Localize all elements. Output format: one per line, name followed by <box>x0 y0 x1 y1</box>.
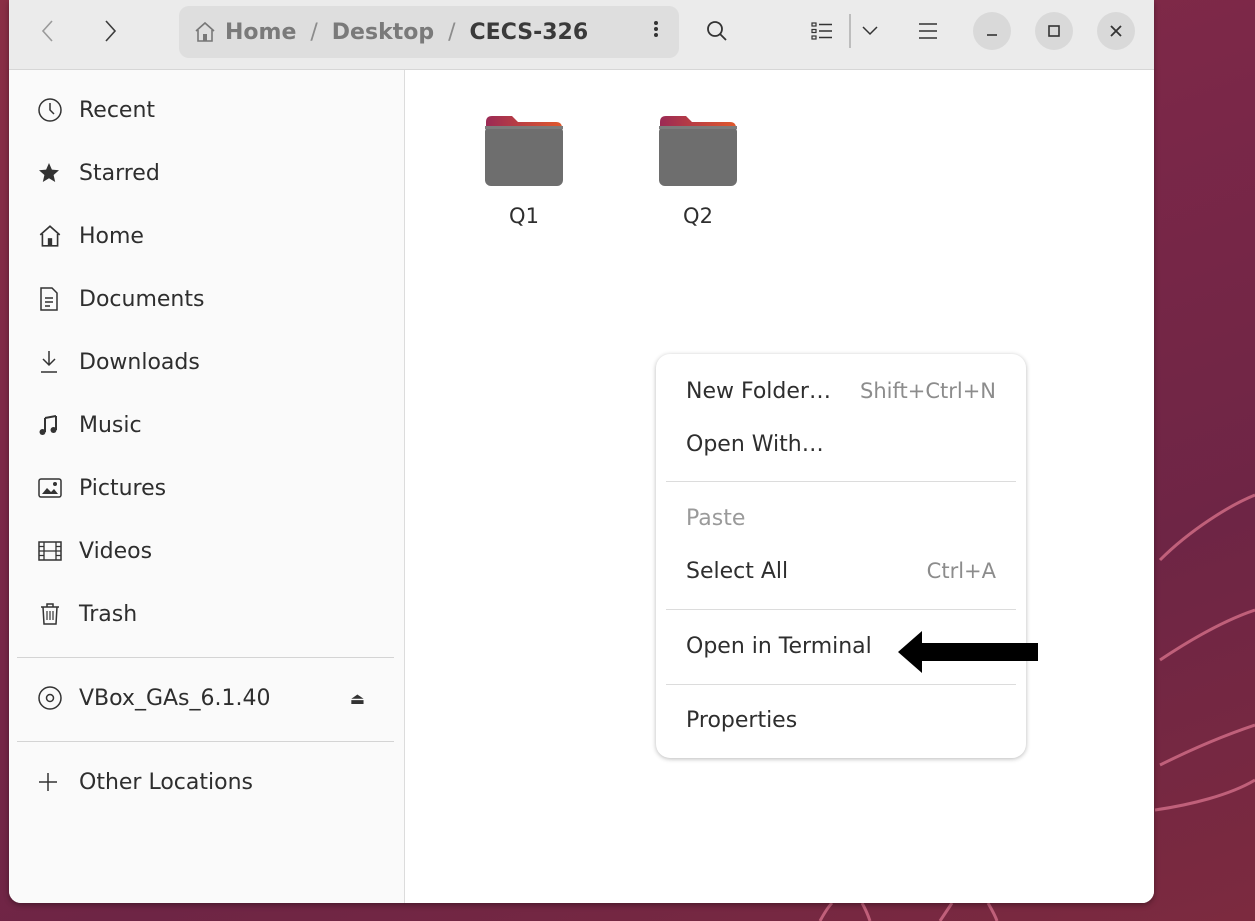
path-menu-button[interactable] <box>653 18 659 46</box>
sidebar-item-music[interactable]: Music <box>9 400 405 450</box>
chevron-right-icon <box>105 20 117 42</box>
minimize-button[interactable] <box>973 12 1011 50</box>
menu-item-label: Paste <box>686 505 746 531</box>
eject-button[interactable]: ⏏ <box>350 689 365 708</box>
home-icon <box>37 223 77 249</box>
vertical-ellipsis-icon <box>654 21 658 37</box>
list-view-icon <box>811 22 832 40</box>
sidebar-item-label: Music <box>79 412 142 438</box>
disc-icon <box>37 685 77 711</box>
sidebar-item-trash[interactable]: Trash <box>9 589 405 639</box>
star-icon <box>37 161 77 185</box>
sidebar-item-label: Home <box>79 223 144 249</box>
folder-name: Q2 <box>683 204 713 228</box>
sidebar-item-documents[interactable]: Documents <box>9 274 405 324</box>
folder-name: Q1 <box>509 204 539 228</box>
menu-item-label: New Folder… <box>686 378 831 404</box>
folder-item[interactable]: Q1 <box>464 114 584 228</box>
trash-icon <box>37 601 77 627</box>
download-icon <box>37 349 77 375</box>
film-icon <box>37 539 77 563</box>
annotation-arrow-icon <box>898 631 1038 673</box>
search-button[interactable] <box>699 12 735 50</box>
path-bar: Home / Desktop / CECS-326 <box>179 6 679 58</box>
menu-separator <box>666 481 1016 482</box>
menu-item-paste[interactable]: Paste <box>686 498 996 538</box>
minimize-icon <box>987 34 997 36</box>
menu-item-shortcut: Ctrl+A <box>926 559 996 583</box>
home-icon <box>195 21 215 42</box>
sidebar-item-other-locations[interactable]: Other Locations <box>9 757 405 807</box>
sidebar-item-videos[interactable]: Videos <box>9 526 405 576</box>
sidebar-item-label: Pictures <box>79 475 167 501</box>
menu-item-select-all[interactable]: Select All Ctrl+A <box>686 551 996 591</box>
menu-item-new-folder[interactable]: New Folder… Shift+Ctrl+N <box>686 371 996 411</box>
sidebar-item-label: Other Locations <box>79 769 253 795</box>
folder-icon <box>485 116 563 186</box>
sidebar-item-downloads[interactable]: Downloads <box>9 337 405 387</box>
folder-icon <box>659 116 737 186</box>
sidebar-item-home[interactable]: Home <box>9 211 405 261</box>
menu-item-label: Open in Terminal <box>686 633 872 659</box>
path-segment-current[interactable]: CECS-326 <box>470 20 589 45</box>
menu-item-label: Properties <box>686 707 798 733</box>
sidebar-item-label: Videos <box>79 538 153 564</box>
sidebar-item-label: Documents <box>79 286 205 312</box>
menu-item-label: Select All <box>686 558 789 584</box>
sidebar-item-device[interactable]: VBox_GAs_6.1.40 ⏏ <box>9 673 405 723</box>
folder-item[interactable]: Q2 <box>638 114 758 228</box>
menu-item-properties[interactable]: Properties <box>686 700 996 740</box>
close-button[interactable] <box>1097 12 1135 50</box>
menu-item-shortcut: Shift+Ctrl+N <box>860 379 996 403</box>
path-segment-desktop[interactable]: Desktop <box>332 20 434 45</box>
music-icon <box>37 413 77 437</box>
main-menu-button[interactable] <box>913 12 943 50</box>
view-options-button[interactable] <box>857 12 883 50</box>
clock-icon <box>37 97 77 123</box>
menu-separator <box>666 609 1016 610</box>
forward-button[interactable] <box>93 12 129 50</box>
chevron-left-icon <box>41 20 53 42</box>
context-menu: New Folder… Shift+Ctrl+N Open With… Past… <box>656 354 1026 758</box>
menu-separator <box>666 684 1016 685</box>
path-segment-home[interactable]: Home <box>193 20 296 45</box>
sidebar-item-label: Trash <box>79 601 138 627</box>
sidebar: Recent Starred Home Documents Downloads <box>9 70 405 903</box>
sidebar-item-starred[interactable]: Starred <box>9 148 405 198</box>
document-icon <box>37 286 77 312</box>
sidebar-item-label: Downloads <box>79 349 200 375</box>
menu-item-label: Open With… <box>686 431 824 457</box>
menu-item-open-with[interactable]: Open With… <box>686 424 996 464</box>
sidebar-item-label: Recent <box>79 97 156 123</box>
sidebar-item-recent[interactable]: Recent <box>9 85 405 135</box>
close-icon <box>1110 25 1122 37</box>
toolbar-divider <box>849 14 851 48</box>
view-toggle-button[interactable] <box>807 12 837 50</box>
maximize-button[interactable] <box>1035 12 1073 50</box>
header-bar: Home / Desktop / CECS-326 <box>9 0 1154 70</box>
sidebar-separator <box>17 657 394 658</box>
picture-icon <box>37 476 77 500</box>
maximize-icon <box>1048 25 1060 37</box>
hamburger-icon <box>919 23 937 39</box>
chevron-down-icon <box>862 26 878 36</box>
path-segment-label: Desktop <box>331 19 435 45</box>
sidebar-item-label: Starred <box>79 160 160 186</box>
path-segment-label: Home <box>225 19 297 45</box>
sidebar-item-label: VBox_GAs_6.1.40 <box>79 685 271 711</box>
path-separator: / <box>310 19 318 45</box>
plus-icon <box>37 771 77 793</box>
path-segment-label: CECS-326 <box>469 19 589 45</box>
back-button[interactable] <box>29 12 65 50</box>
sidebar-separator <box>17 741 394 742</box>
search-icon <box>707 21 727 41</box>
path-separator: / <box>448 19 456 45</box>
sidebar-item-pictures[interactable]: Pictures <box>9 463 405 513</box>
